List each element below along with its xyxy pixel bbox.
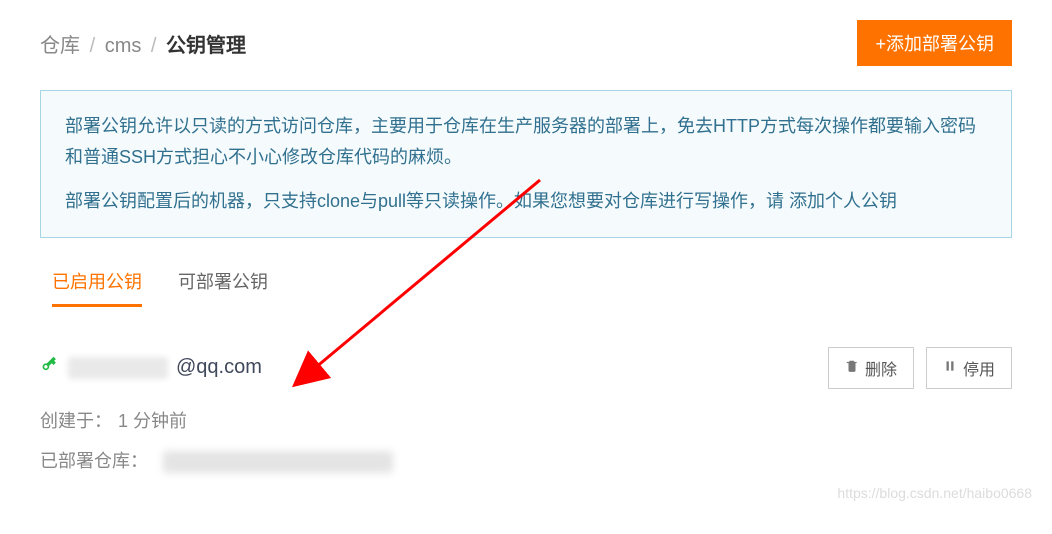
notice-text-1: 部署公钥允许以只读的方式访问仓库，主要用于仓库在生产服务器的部署上，免去HTTP…: [65, 111, 987, 172]
delete-button[interactable]: 删除: [828, 347, 914, 389]
key-actions: 删除 停用: [828, 347, 1012, 389]
tab-deployable-keys[interactable]: 可部署公钥: [178, 268, 268, 307]
created-line: 创建于： 1 分钟前: [40, 407, 1012, 433]
key-name-redacted: [68, 357, 168, 379]
pause-icon: [943, 359, 957, 377]
created-label: 创建于：: [40, 411, 112, 431]
deployed-repo-redacted: [163, 451, 393, 473]
pause-button[interactable]: 停用: [926, 347, 1012, 389]
pause-label: 停用: [963, 356, 995, 380]
breadcrumb-sep: /: [90, 35, 96, 57]
notice-box: 部署公钥允许以只读的方式访问仓库，主要用于仓库在生产服务器的部署上，免去HTTP…: [40, 90, 1012, 238]
created-value: 1 分钟前: [118, 411, 187, 431]
tabs: 已启用公钥 可部署公钥: [40, 268, 1012, 307]
key-row: @qq.com 删除 停用: [40, 347, 1012, 389]
breadcrumb-sep: /: [151, 35, 157, 57]
delete-label: 删除: [865, 356, 897, 380]
notice-text-2a: 部署公钥配置后的机器，只支持clone与pull等只读操作。如果您想要对仓库进行…: [65, 191, 789, 211]
tab-enabled-keys[interactable]: 已启用公钥: [52, 268, 142, 307]
header-row: 仓库 / cms / 公钥管理 +添加部署公钥: [40, 20, 1012, 66]
add-personal-key-link[interactable]: 添加个人公钥: [789, 191, 897, 211]
deployed-label: 已部署仓库：: [40, 451, 148, 471]
add-deploy-key-button[interactable]: +添加部署公钥: [857, 20, 1012, 66]
breadcrumb-repo[interactable]: cms: [105, 35, 142, 57]
key-email-suffix: @qq.com: [176, 356, 262, 379]
breadcrumb-current: 公钥管理: [166, 35, 246, 57]
key-title: @qq.com: [40, 355, 262, 381]
deployed-line: 已部署仓库：: [40, 447, 1012, 473]
notice-text-2: 部署公钥配置后的机器，只支持clone与pull等只读操作。如果您想要对仓库进行…: [65, 186, 987, 217]
watermark: https://blog.csdn.net/haibo0668: [837, 485, 1032, 501]
trash-icon: [845, 359, 859, 377]
breadcrumb-root[interactable]: 仓库: [40, 35, 80, 57]
breadcrumb: 仓库 / cms / 公钥管理: [40, 29, 246, 58]
key-icon: [40, 355, 60, 381]
